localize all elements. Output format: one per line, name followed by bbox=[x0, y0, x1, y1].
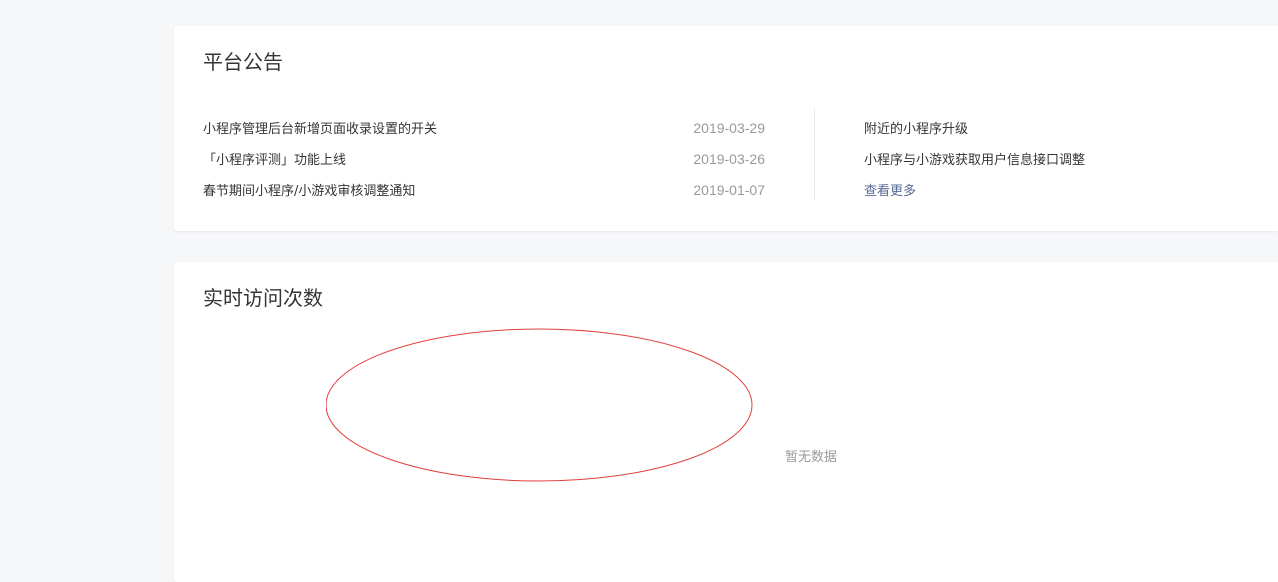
notice-item-date: 2019-03-29 bbox=[693, 119, 765, 136]
sidebar-area bbox=[0, 0, 174, 571]
annotation-ellipse bbox=[326, 328, 753, 482]
platform-notice-card: 平台公告 小程序管理后台新增页面收录设置的开关 2019-03-29 「小程序评… bbox=[174, 26, 1278, 231]
side-link-nearby-upgrade[interactable]: 附近的小程序升级 bbox=[864, 118, 968, 137]
notice-card-title: 平台公告 bbox=[203, 50, 283, 74]
notice-item[interactable]: 春节期间小程序/小游戏审核调整通知 2019-01-07 bbox=[203, 174, 765, 205]
notice-divider bbox=[814, 108, 815, 200]
side-list-item[interactable]: 查看更多 bbox=[864, 174, 1085, 205]
notice-item[interactable]: 小程序管理后台新增页面收录设置的开关 2019-03-29 bbox=[203, 112, 765, 143]
visits-card-title: 实时访问次数 bbox=[203, 286, 323, 310]
empty-state-text: 暂无数据 bbox=[785, 450, 838, 465]
side-link-userinfo-api[interactable]: 小程序与小游戏获取用户信息接口调整 bbox=[864, 149, 1085, 168]
realtime-visits-card: 实时访问次数 暂无数据 bbox=[174, 262, 1278, 582]
notice-item-date: 2019-01-07 bbox=[693, 181, 765, 198]
notice-item-title[interactable]: 「小程序评测」功能上线 bbox=[203, 149, 346, 168]
notice-list: 小程序管理后台新增页面收录设置的开关 2019-03-29 「小程序评测」功能上… bbox=[203, 112, 765, 205]
notice-item[interactable]: 「小程序评测」功能上线 2019-03-26 bbox=[203, 143, 765, 174]
notice-item-title[interactable]: 春节期间小程序/小游戏审核调整通知 bbox=[203, 180, 415, 199]
side-list-item[interactable]: 附近的小程序升级 bbox=[864, 112, 1085, 143]
notice-item-title[interactable]: 小程序管理后台新增页面收录设置的开关 bbox=[203, 118, 437, 137]
notice-side-list: 附近的小程序升级 小程序与小游戏获取用户信息接口调整 查看更多 bbox=[864, 112, 1085, 205]
notice-item-date: 2019-03-26 bbox=[693, 150, 765, 167]
view-more-link[interactable]: 查看更多 bbox=[864, 180, 916, 199]
side-list-item[interactable]: 小程序与小游戏获取用户信息接口调整 bbox=[864, 143, 1085, 174]
